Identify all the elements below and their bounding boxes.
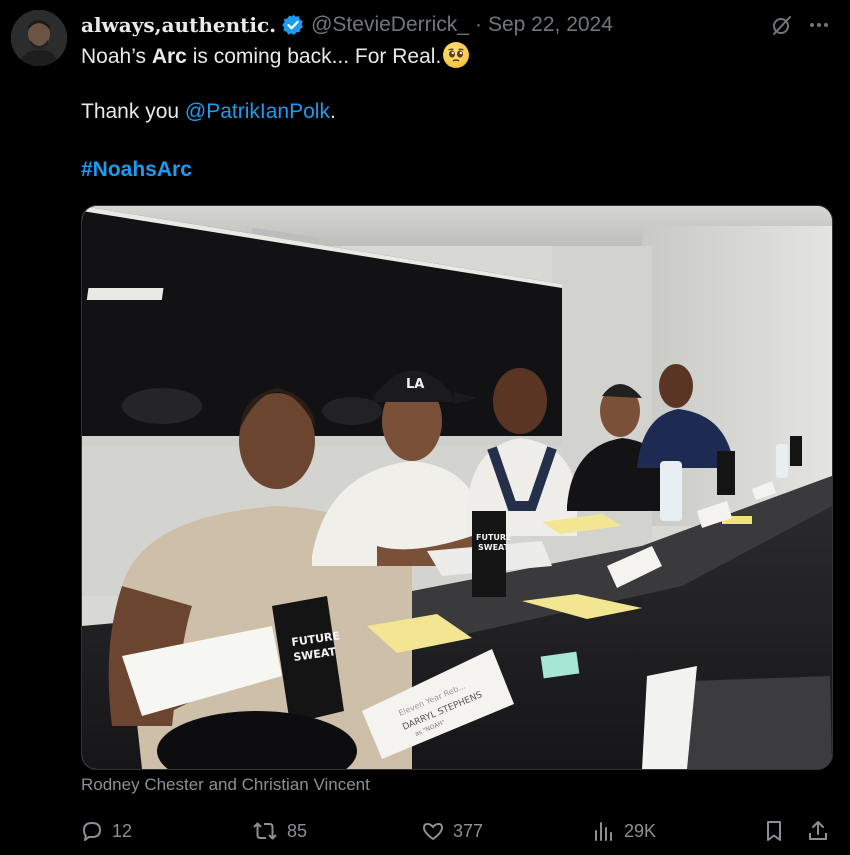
tweet-photo[interactable]: LA FUTURE SWEAT FUTURE SWEAT Eleven Year… bbox=[81, 205, 833, 770]
user-avatar-icon bbox=[11, 10, 67, 66]
svg-text:FUTURE: FUTURE bbox=[476, 533, 512, 542]
views-icon bbox=[595, 822, 612, 841]
bookmark-icon bbox=[767, 821, 781, 841]
verified-badge-icon bbox=[282, 14, 304, 35]
tweet-thanks-line: Thank you @PatrikIanPolk. bbox=[81, 100, 336, 123]
hashtag-link[interactable]: #NoahsArc bbox=[81, 158, 192, 182]
author-handle[interactable]: @StevieDerrick_ bbox=[311, 13, 469, 37]
retweet-button[interactable]: 85 bbox=[251, 818, 307, 844]
reply-button[interactable]: 12 bbox=[80, 818, 132, 844]
heart-icon bbox=[423, 823, 443, 840]
header-actions bbox=[770, 11, 830, 39]
header-separator: · bbox=[474, 13, 482, 36]
reply-icon bbox=[83, 822, 101, 841]
media-caption: Rodney Chester and Christian Vincent bbox=[81, 775, 370, 794]
views-count: 29K bbox=[624, 820, 657, 841]
tweet-text-line1: Noah’s Arc is coming back... For Real. bbox=[81, 42, 821, 71]
retweet-count: 85 bbox=[287, 820, 308, 841]
share-button[interactable] bbox=[806, 818, 830, 844]
tweet-header: always,authentic. @StevieDerrick_ · Sep … bbox=[81, 11, 830, 39]
grok-icon[interactable] bbox=[770, 13, 794, 37]
like-button[interactable]: 377 bbox=[421, 818, 483, 844]
table-read-photo: LA FUTURE SWEAT FUTURE SWEAT Eleven Year… bbox=[82, 206, 832, 769]
drink-carton-middle: FUTURE SWEAT bbox=[472, 511, 512, 597]
svg-text:SWEAT: SWEAT bbox=[478, 543, 510, 552]
tweet-date[interactable]: Sep 22, 2024 bbox=[488, 13, 613, 37]
author-display-name[interactable]: always,authentic. bbox=[81, 13, 276, 37]
mention-link[interactable]: @PatrikIanPolk bbox=[185, 100, 330, 123]
views-button[interactable]: 29K bbox=[592, 818, 656, 844]
reply-count: 12 bbox=[112, 820, 133, 841]
more-options-icon[interactable] bbox=[808, 14, 830, 36]
cap-logo: LA bbox=[406, 377, 424, 392]
share-icon bbox=[809, 821, 827, 840]
action-bar: 12 85 377 29K bbox=[80, 818, 832, 844]
tweet-text: Noah’s Arc is coming back... For Real. bbox=[81, 42, 821, 71]
like-count: 377 bbox=[453, 820, 484, 841]
bookmark-button[interactable] bbox=[762, 818, 786, 844]
pleading-face-emoji-icon bbox=[443, 42, 470, 68]
retweet-icon bbox=[253, 822, 277, 840]
author-avatar[interactable] bbox=[11, 10, 67, 66]
